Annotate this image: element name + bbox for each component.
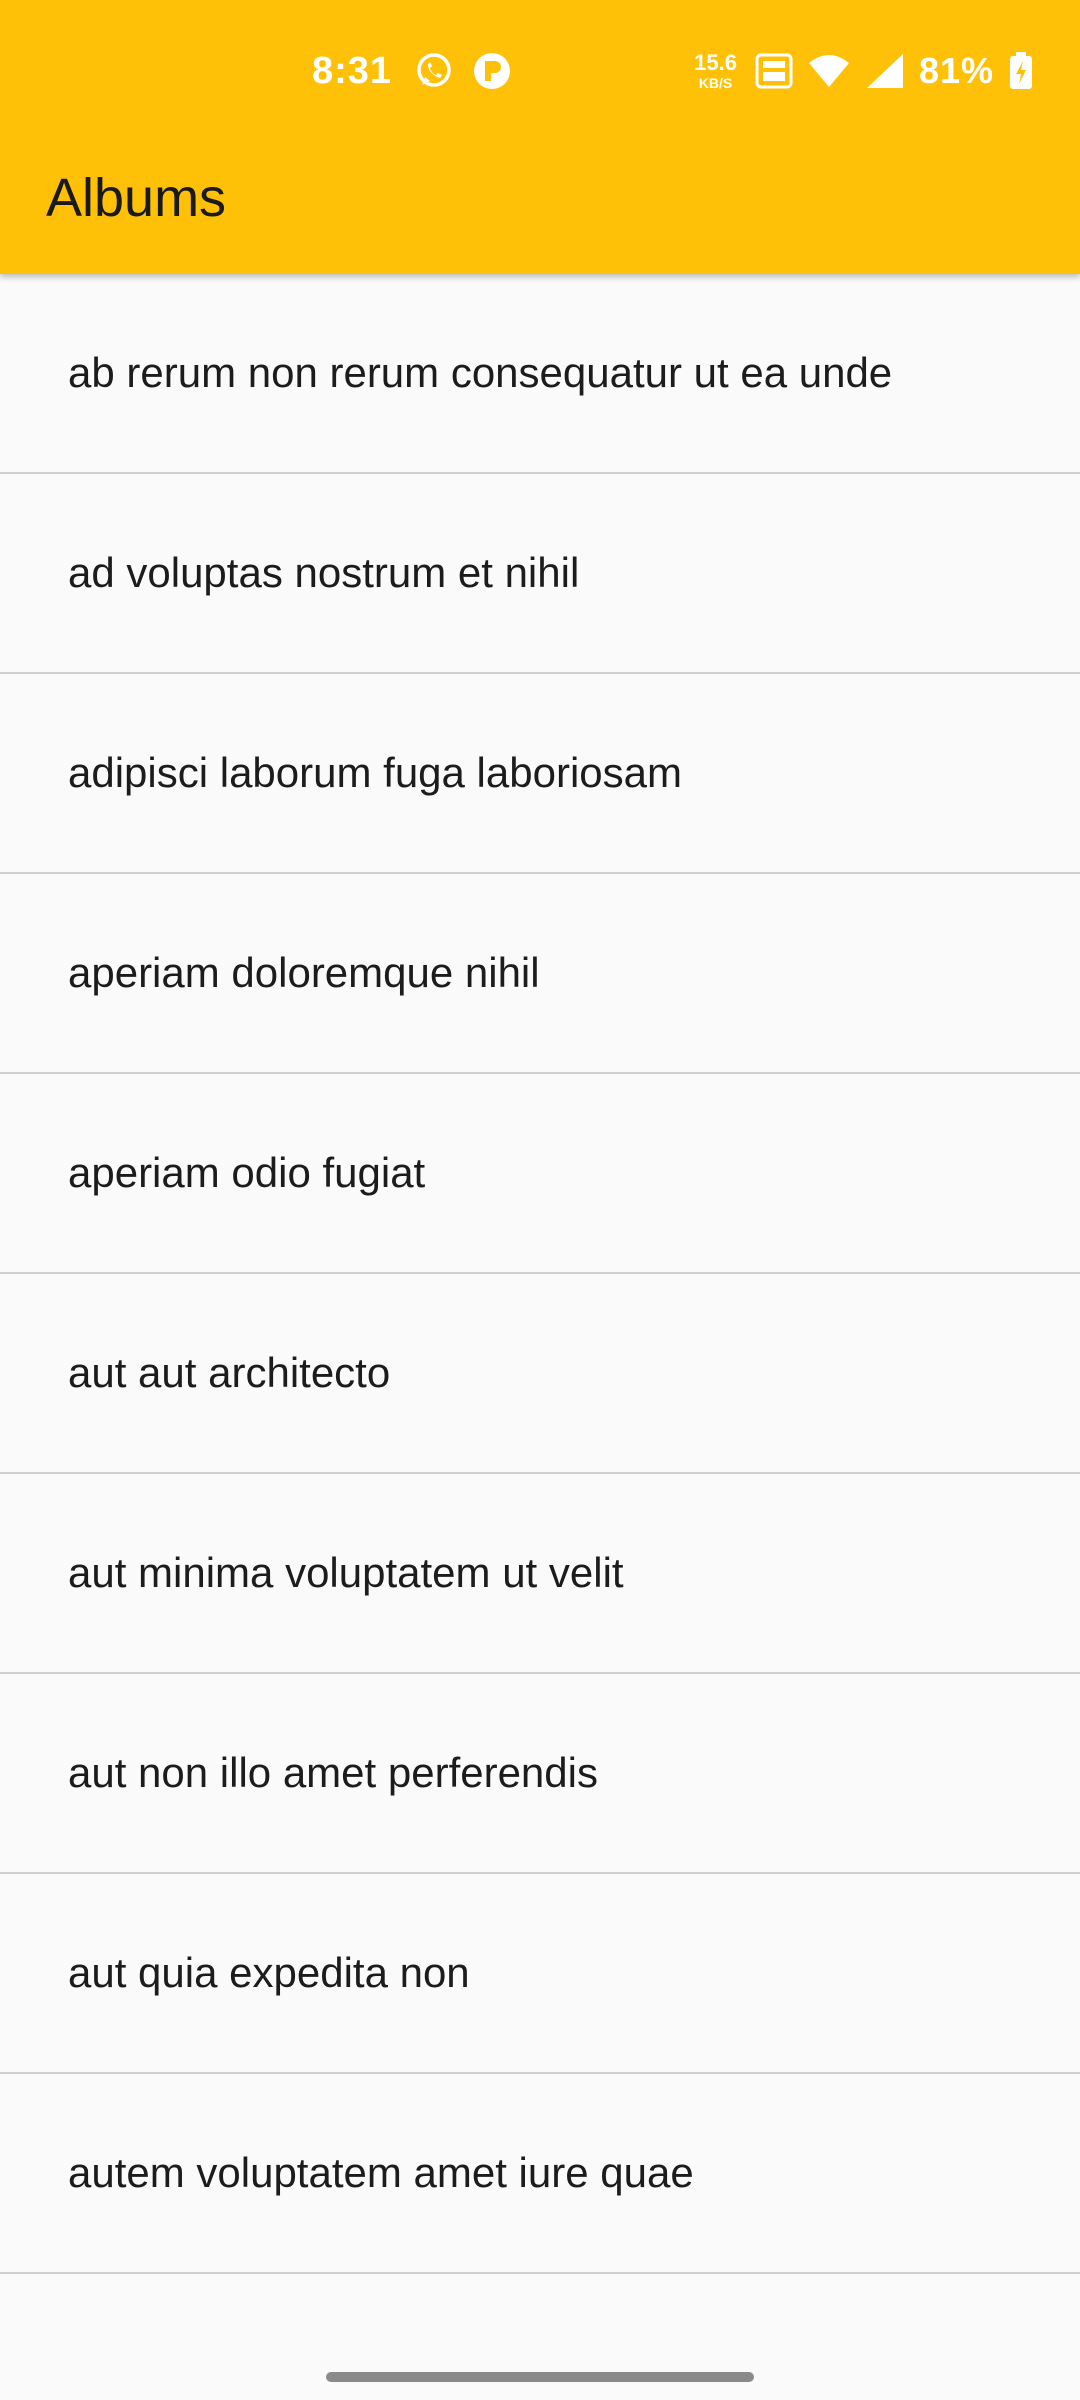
album-title: autem voluptatem amet iure quae <box>68 2149 694 2196</box>
album-list: ab rerum non rerum consequatur ut ea und… <box>0 274 1080 2274</box>
network-speed-unit: KB/S <box>698 75 733 91</box>
album-list-item[interactable]: aut quia expedita non <box>0 1874 1080 2074</box>
album-list-item[interactable]: ad voluptas nostrum et nihil <box>0 474 1080 674</box>
page-title: Albums <box>46 168 227 228</box>
network-speed-value: 15.6 <box>694 50 737 75</box>
album-title: aut aut architecto <box>68 1349 391 1396</box>
album-title: aperiam doloremque nihil <box>68 949 540 996</box>
battery-charging-icon <box>1008 51 1034 91</box>
app-bar: 8:31 15.6 KB/S 81% Albums <box>0 0 1080 274</box>
album-list-item[interactable]: aperiam odio fugiat <box>0 1074 1080 1274</box>
wifi-icon <box>807 53 851 89</box>
album-list-item[interactable]: autem voluptatem amet iure quae <box>0 2074 1080 2274</box>
gesture-navigation-handle[interactable] <box>326 2372 754 2382</box>
album-title: aut minima voluptatem ut velit <box>68 1549 624 1596</box>
album-title: aut quia expedita non <box>68 1949 470 1996</box>
album-list-item[interactable]: adipisci laborum fuga laboriosam <box>0 674 1080 874</box>
album-title: aperiam odio fugiat <box>68 1149 426 1196</box>
battery-percentage: 81% <box>918 50 994 91</box>
volte-icon <box>755 52 793 90</box>
album-title: ab rerum non rerum consequatur ut ea und… <box>68 349 893 396</box>
cell-signal-icon <box>865 52 905 90</box>
status-left: 8:31 <box>312 46 512 96</box>
album-list-item[interactable]: aut non illo amet perferendis <box>0 1674 1080 1874</box>
status-bar: 8:31 15.6 KB/S 81% <box>0 0 1080 142</box>
album-list-item[interactable]: aut minima voluptatem ut velit <box>0 1474 1080 1674</box>
album-title: aut non illo amet perferendis <box>68 1749 598 1796</box>
status-time: 8:31 <box>312 49 393 92</box>
notification-app-icon <box>472 51 512 91</box>
album-title: adipisci laborum fuga laboriosam <box>68 749 682 796</box>
whatsapp-icon <box>414 51 454 91</box>
network-speed: 15.6 KB/S <box>694 50 737 91</box>
status-right: 15.6 KB/S 81% <box>694 46 1034 96</box>
album-list-item[interactable]: ab rerum non rerum consequatur ut ea und… <box>0 274 1080 474</box>
album-list-item[interactable]: aut aut architecto <box>0 1274 1080 1474</box>
album-title: ad voluptas nostrum et nihil <box>68 549 580 596</box>
album-list-item[interactable]: aperiam doloremque nihil <box>0 874 1080 1074</box>
